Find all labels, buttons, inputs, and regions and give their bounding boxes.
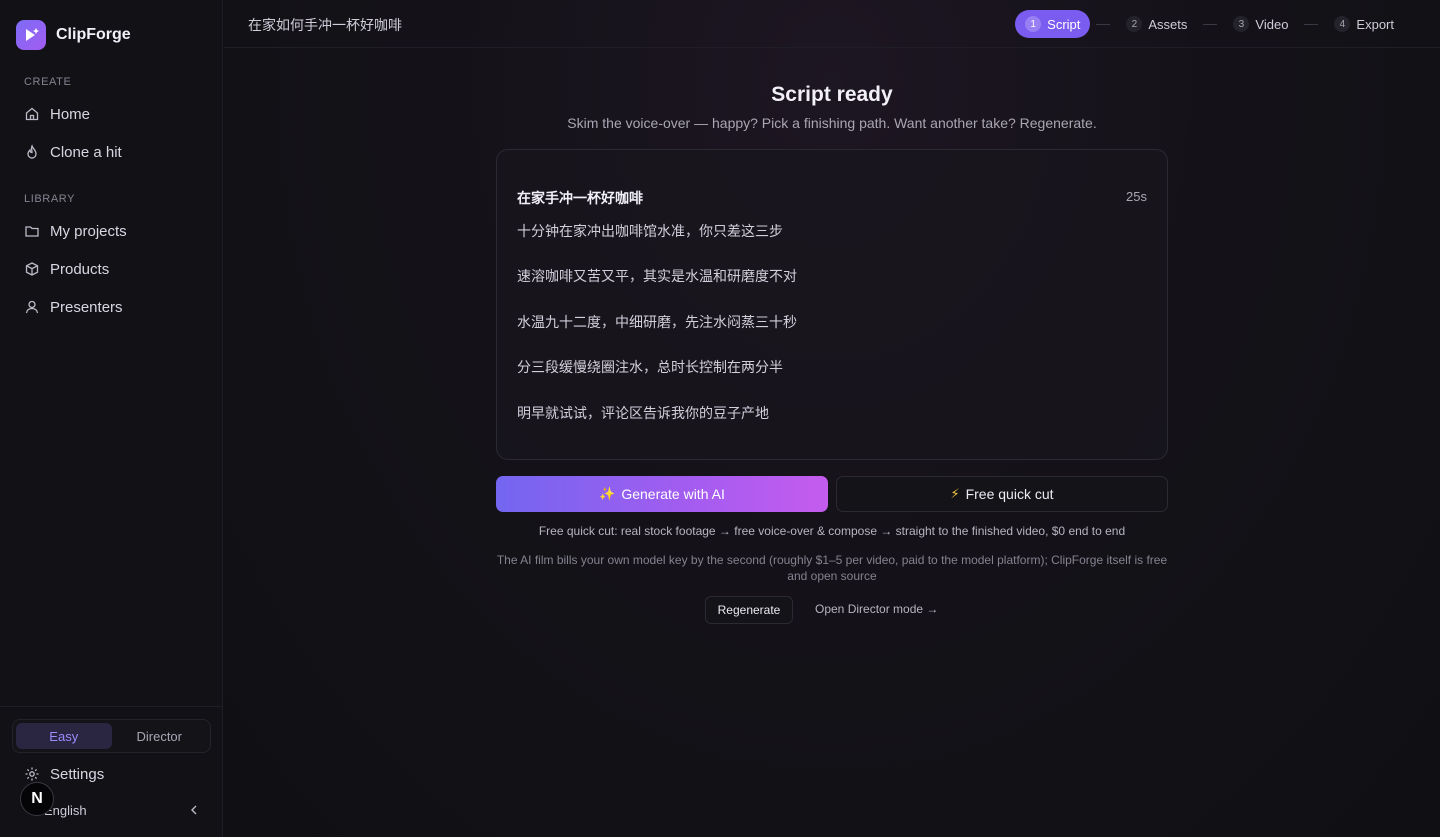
step-script[interactable]: 1 Script	[1015, 10, 1091, 38]
collapse-sidebar-icon[interactable]	[186, 802, 202, 818]
step-assets[interactable]: 2 Assets	[1116, 10, 1197, 38]
quick-cut-note: Free quick cut: real stock footage → fre…	[538, 524, 1126, 538]
step-label: Video	[1255, 16, 1289, 32]
box-icon	[24, 261, 40, 277]
brand[interactable]: ClipForge	[16, 20, 131, 50]
folder-icon	[24, 223, 40, 239]
generate-with-ai-button[interactable]: ✨ Generate with AI	[496, 476, 828, 512]
quick-cut-label: Free quick cut	[965, 486, 1054, 502]
free-quick-cut-button[interactable]: ⚡ Free quick cut	[836, 476, 1168, 512]
regenerate-button[interactable]: Regenerate	[705, 596, 793, 624]
sidebar-item-my-projects[interactable]: My projects	[12, 214, 211, 248]
brand-name: ClipForge	[56, 26, 131, 43]
clipforge-logo-icon	[16, 20, 46, 50]
step-label: Export	[1356, 16, 1394, 32]
step-label: Assets	[1148, 16, 1188, 32]
mode-toggle: Easy Director	[12, 719, 211, 753]
script-line: 分三段缓慢绕圈注水，总时长控制在两分半	[517, 359, 783, 375]
open-director-mode-link[interactable]: Open Director mode →	[815, 602, 938, 616]
page-subtitle: Skim the voice-over — happy? Pick a fini…	[567, 115, 1097, 131]
home-icon	[24, 106, 40, 122]
avatar[interactable]: N	[20, 782, 54, 816]
script-line: 十分钟在家冲出咖啡馆水准，你只差这三步	[517, 223, 783, 239]
sidebar-item-products[interactable]: Products	[12, 252, 211, 286]
script-duration: 25s	[1126, 189, 1147, 204]
script-line: 明早就试试，评论区告诉我你的豆子产地	[517, 405, 769, 421]
topbar: 在家如何手冲一杯好咖啡 1 Script 2 Assets 3 Video 4 …	[224, 0, 1440, 48]
sidebar-item-home[interactable]: Home	[12, 97, 211, 131]
step-separator	[1203, 23, 1218, 25]
step-number: 3	[1233, 16, 1250, 32]
script-card: 在家手冲一杯好咖啡 25s 十分钟在家冲出咖啡馆水准，你只差这三步 速溶咖啡又苦…	[496, 149, 1168, 460]
step-number: 2	[1126, 16, 1143, 32]
user-icon	[24, 299, 40, 315]
step-video[interactable]: 3 Video	[1223, 10, 1298, 38]
step-separator	[1096, 23, 1111, 25]
step-number: 4	[1334, 16, 1351, 32]
sidebar-item-label: Products	[50, 260, 110, 278]
sidebar-item-label: Clone a hit	[50, 143, 122, 161]
script-title: 在家手冲一杯好咖啡	[517, 190, 643, 206]
script-line: 水温九十二度，中细研磨，先注水闷蒸三十秒	[517, 314, 797, 330]
sidebar-item-label: My projects	[50, 222, 127, 240]
step-progress: 1 Script 2 Assets 3 Video 4 Export	[1015, 10, 1404, 38]
sidebar-item-label: Home	[50, 105, 91, 123]
sidebar: ClipForge CREATE Home Clone a hit LIBRAR…	[0, 0, 223, 837]
step-separator	[1304, 23, 1319, 25]
mode-easy-button[interactable]: Easy	[16, 723, 112, 749]
gear-icon	[24, 766, 40, 782]
step-export[interactable]: 4 Export	[1324, 10, 1404, 38]
step-label: Script	[1047, 16, 1081, 32]
sidebar-divider	[0, 706, 223, 707]
sidebar-item-clone-a-hit[interactable]: Clone a hit	[12, 135, 211, 169]
step-number: 1	[1025, 16, 1042, 32]
flame-icon	[24, 144, 40, 160]
main-area: 在家如何手冲一杯好咖啡 1 Script 2 Assets 3 Video 4 …	[224, 0, 1440, 837]
sidebar-item-presenters[interactable]: Presenters	[12, 290, 211, 324]
sidebar-item-label: Settings	[50, 765, 105, 783]
section-label-create: CREATE	[24, 76, 72, 88]
sidebar-item-label: Presenters	[50, 298, 123, 316]
script-line: 速溶咖啡又苦又平，其实是水温和研磨度不对	[517, 268, 797, 284]
lightning-icon: ⚡	[950, 486, 960, 501]
mode-director-button[interactable]: Director	[112, 723, 208, 749]
generate-label: Generate with AI	[621, 486, 725, 502]
ai-billing-note: The AI film bills your own model key by …	[496, 553, 1168, 583]
sparkles-icon: ✨	[599, 486, 616, 501]
page-title: Script ready	[771, 83, 893, 106]
section-label-library: LIBRARY	[24, 193, 76, 205]
project-title: 在家如何手冲一杯好咖啡	[248, 17, 402, 33]
